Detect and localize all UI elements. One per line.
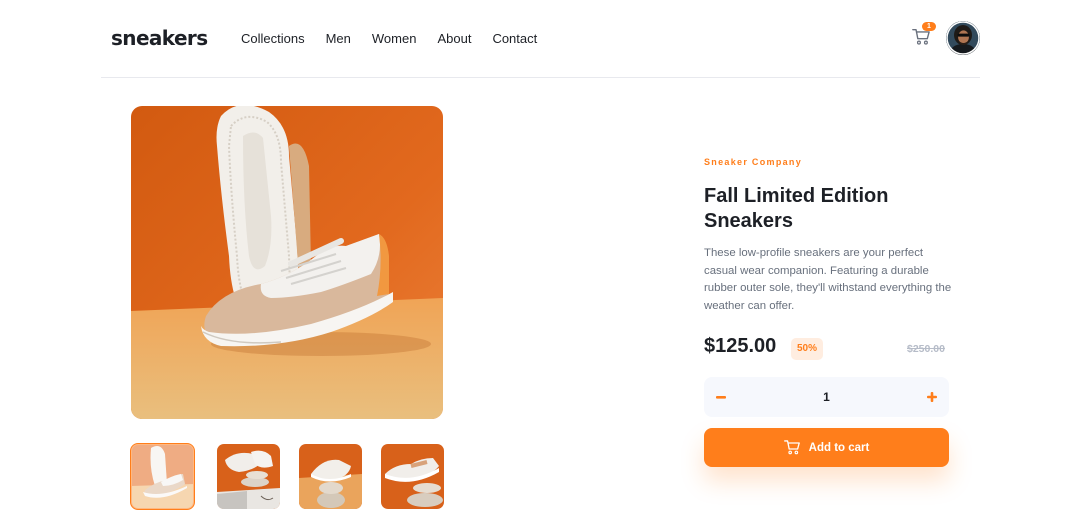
- thumbnail-3[interactable]: [299, 444, 362, 509]
- increase-quantity-button[interactable]: [915, 377, 949, 417]
- nav-link-collections[interactable]: Collections: [241, 31, 305, 46]
- nav-link-contact[interactable]: Contact: [492, 31, 537, 46]
- product-title: Fall Limited Edition Sneakers: [704, 185, 889, 232]
- product-description: These low-profile sneakers are your perf…: [704, 247, 952, 312]
- original-price: $250.00: [907, 343, 945, 355]
- quantity-value: 1: [823, 390, 830, 404]
- cart-button[interactable]: [912, 28, 932, 48]
- nav-link-women[interactable]: Women: [372, 31, 417, 46]
- product-main-image[interactable]: [131, 106, 443, 419]
- avatar[interactable]: [946, 21, 980, 55]
- site-header: sneakers Collections Men Women About Con…: [101, 0, 980, 78]
- add-to-cart-button[interactable]: Add to cart: [704, 428, 949, 467]
- plus-icon: [927, 392, 937, 402]
- add-to-cart-label: Add to cart: [808, 441, 870, 454]
- current-price: $125.00: [704, 335, 777, 357]
- thumbnail-2[interactable]: [217, 444, 280, 509]
- nav-link-men[interactable]: Men: [326, 31, 351, 46]
- company-name: Sneaker Company: [704, 157, 803, 167]
- discount-badge: 50%: [791, 338, 823, 360]
- thumbnail-1[interactable]: [130, 443, 195, 510]
- cart-count-badge: 1: [922, 22, 936, 31]
- main-nav: Collections Men Women About Contact: [241, 31, 558, 46]
- nav-link-about[interactable]: About: [437, 31, 471, 46]
- quantity-stepper: 1: [704, 377, 949, 417]
- logo[interactable]: sneakers: [111, 26, 208, 50]
- cart-icon: [783, 440, 800, 455]
- thumbnail-4[interactable]: [381, 444, 444, 509]
